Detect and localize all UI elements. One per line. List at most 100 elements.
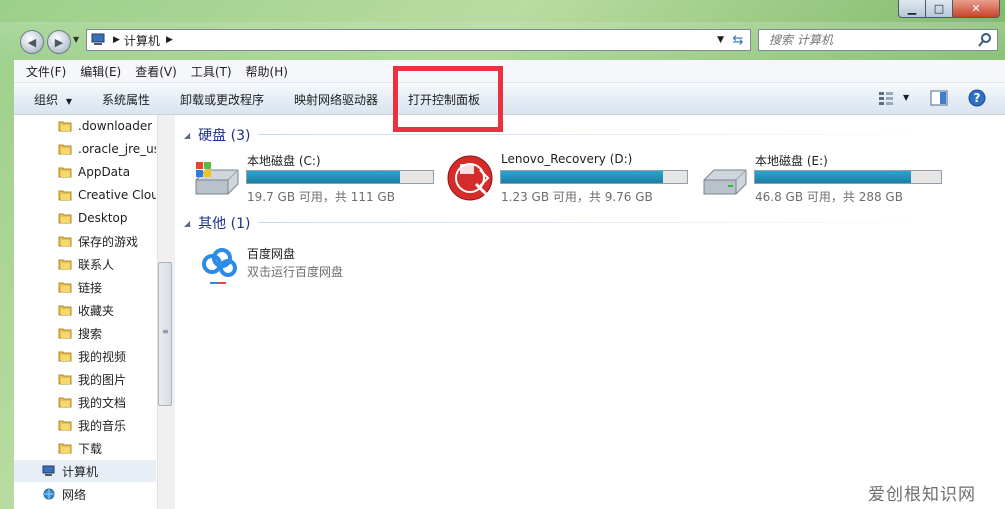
nav-item[interactable]: 计算机 [14, 460, 156, 482]
menu-bar: 文件(F) 编辑(E) 查看(V) 工具(T) 帮助(H) [14, 60, 1005, 83]
folder-icon [58, 419, 72, 431]
menu-edit[interactable]: 编辑(E) [80, 63, 121, 80]
drive-usage-fill [755, 171, 912, 183]
nav-item[interactable]: 保存的游戏 [14, 230, 156, 252]
nav-item[interactable]: AppData [14, 161, 156, 183]
baidu-netdisk-icon [202, 248, 237, 284]
nav-item[interactable]: 网络 [14, 483, 156, 505]
nav-item[interactable]: 我的图片 [14, 368, 156, 390]
nav-item[interactable]: 联系人 [14, 253, 156, 275]
nav-item[interactable]: 搜索 [14, 322, 156, 344]
back-arrow-icon: ◀ [27, 35, 37, 49]
uninstall-program-button[interactable]: 卸载或更改程序 [180, 91, 264, 108]
drive-d[interactable]: Lenovo_Recovery (D:) 1.23 GB 可用，共 9.76 G… [446, 150, 696, 204]
nav-item-label: 联系人 [78, 257, 115, 272]
drive-name: 本地磁盘 (E:) [755, 154, 828, 168]
system-properties-button[interactable]: 系统属性 [102, 91, 150, 108]
search-icon[interactable] [977, 32, 993, 48]
breadcrumb-computer[interactable]: 计算机 [124, 32, 160, 49]
nav-item[interactable]: .downloader [14, 115, 156, 137]
group-header-disks[interactable]: ◢ 硬盘 (3) [184, 125, 250, 145]
recent-pages-icon[interactable]: ▼ [73, 35, 79, 44]
forward-arrow-icon: ▶ [54, 35, 64, 49]
menu-help[interactable]: 帮助(H) [246, 63, 288, 80]
drive-e[interactable]: 本地磁盘 (E:) 46.8 GB 可用，共 288 GB [700, 150, 950, 204]
hard-drive-icon [703, 169, 747, 195]
nav-item-label: 我的音乐 [78, 418, 127, 433]
search-box[interactable] [758, 29, 998, 51]
drive-c[interactable]: 本地磁盘 (C:) 19.7 GB 可用，共 111 GB [192, 150, 442, 204]
organize-button[interactable]: 组织 ▼ [34, 91, 72, 108]
drive-usage-bar [500, 170, 688, 184]
address-dropdown-icon[interactable]: ▼ [717, 35, 724, 45]
menu-view[interactable]: 查看(V) [135, 63, 177, 80]
refresh-button[interactable]: ⇆ [727, 29, 749, 51]
nav-item-label: Desktop [78, 211, 128, 225]
map-network-drive-button[interactable]: 映射网络驱动器 [294, 91, 378, 108]
baidu-netdisk-item[interactable]: 百度网盘 双击运行百度网盘 [192, 240, 392, 290]
group-title-disks: 硬盘 (3) [198, 128, 251, 144]
close-icon: ✕ [971, 2, 981, 15]
drive-name: Lenovo_Recovery (D:) [501, 152, 633, 166]
hard-drive-windows-icon [195, 162, 239, 195]
nav-item[interactable]: .oracle_jre_usa [14, 138, 156, 160]
collapse-icon: ◢ [184, 130, 191, 140]
folder-icon [58, 212, 72, 224]
nav-item-label: .oracle_jre_usa [78, 142, 156, 156]
folder-icon [58, 281, 72, 293]
folder-icon [58, 143, 72, 155]
change-view-icon[interactable] [878, 90, 894, 106]
nav-item[interactable]: 下载 [14, 437, 156, 459]
drive-free-space: 1.23 GB 可用，共 9.76 GB [501, 190, 653, 204]
command-bar: 组织 ▼ 系统属性 卸载或更改程序 映射网络驱动器 打开控制面板 ▼ ? [14, 83, 1005, 115]
refresh-icon: ⇆ [732, 32, 744, 48]
nav-item-label: 我的图片 [78, 372, 127, 387]
folder-icon [58, 373, 72, 385]
nav-item-label: .downloader [78, 119, 153, 133]
address-bar[interactable]: ▶ 计算机 ▶ ▼ [86, 29, 751, 51]
nav-item-label: 保存的游戏 [78, 234, 139, 249]
search-input[interactable] [767, 32, 971, 48]
nav-scrollbar-thumb[interactable]: ≡ [158, 262, 172, 406]
view-dropdown-icon[interactable]: ▼ [903, 93, 909, 102]
nav-item[interactable]: 我的音乐 [14, 414, 156, 436]
breadcrumb-chevron-icon[interactable]: ▶ [166, 35, 173, 45]
folder-icon [58, 189, 72, 201]
group-header-other[interactable]: ◢ 其他 (1) [184, 213, 250, 233]
preview-pane-icon[interactable] [930, 90, 948, 106]
group-divider [258, 134, 958, 135]
minimize-button[interactable]: ▁ [898, 0, 926, 18]
navigation-pane: .downloader .oracle_jre_usa AppData Creativ… [14, 115, 175, 509]
nav-item[interactable]: 我的视频 [14, 345, 156, 367]
nav-item[interactable]: 收藏夹 [14, 299, 156, 321]
back-button[interactable]: ◀ [20, 30, 44, 54]
group-title-other: 其他 (1) [198, 216, 251, 232]
nav-item-label: 我的文档 [78, 395, 127, 410]
drive-usage-bar [246, 170, 434, 184]
menu-file[interactable]: 文件(F) [26, 63, 66, 80]
nav-item-label: 我的视频 [78, 349, 127, 364]
nav-item[interactable]: 我的文档 [14, 391, 156, 413]
forward-button[interactable]: ▶ [47, 30, 71, 54]
folder-icon [58, 120, 72, 132]
breadcrumb-separator-icon: ▶ [113, 35, 120, 45]
nav-item[interactable]: Creative Cloud [14, 184, 156, 206]
close-button[interactable]: ✕ [952, 0, 1000, 18]
nav-item[interactable]: Desktop [14, 207, 156, 229]
maximize-icon: □ [933, 2, 945, 15]
nav-item-label: 收藏夹 [78, 303, 115, 318]
folder-icon [58, 396, 72, 408]
nav-item-label: Creative Cloud [78, 188, 156, 202]
computer-icon [91, 33, 105, 45]
nav-item-label: 下载 [78, 441, 103, 456]
nav-item[interactable]: 链接 [14, 276, 156, 298]
nav-item-label: 搜索 [78, 326, 103, 341]
item-name: 百度网盘 [247, 247, 296, 261]
drive-name: 本地磁盘 (C:) [247, 154, 321, 168]
drive-free-space: 19.7 GB 可用，共 111 GB [247, 190, 395, 204]
collapse-icon: ◢ [184, 218, 191, 228]
help-icon[interactable]: ? [968, 89, 986, 107]
menu-tools[interactable]: 工具(T) [191, 63, 232, 80]
organize-dropdown-icon: ▼ [65, 97, 72, 106]
maximize-button[interactable]: □ [925, 0, 953, 18]
